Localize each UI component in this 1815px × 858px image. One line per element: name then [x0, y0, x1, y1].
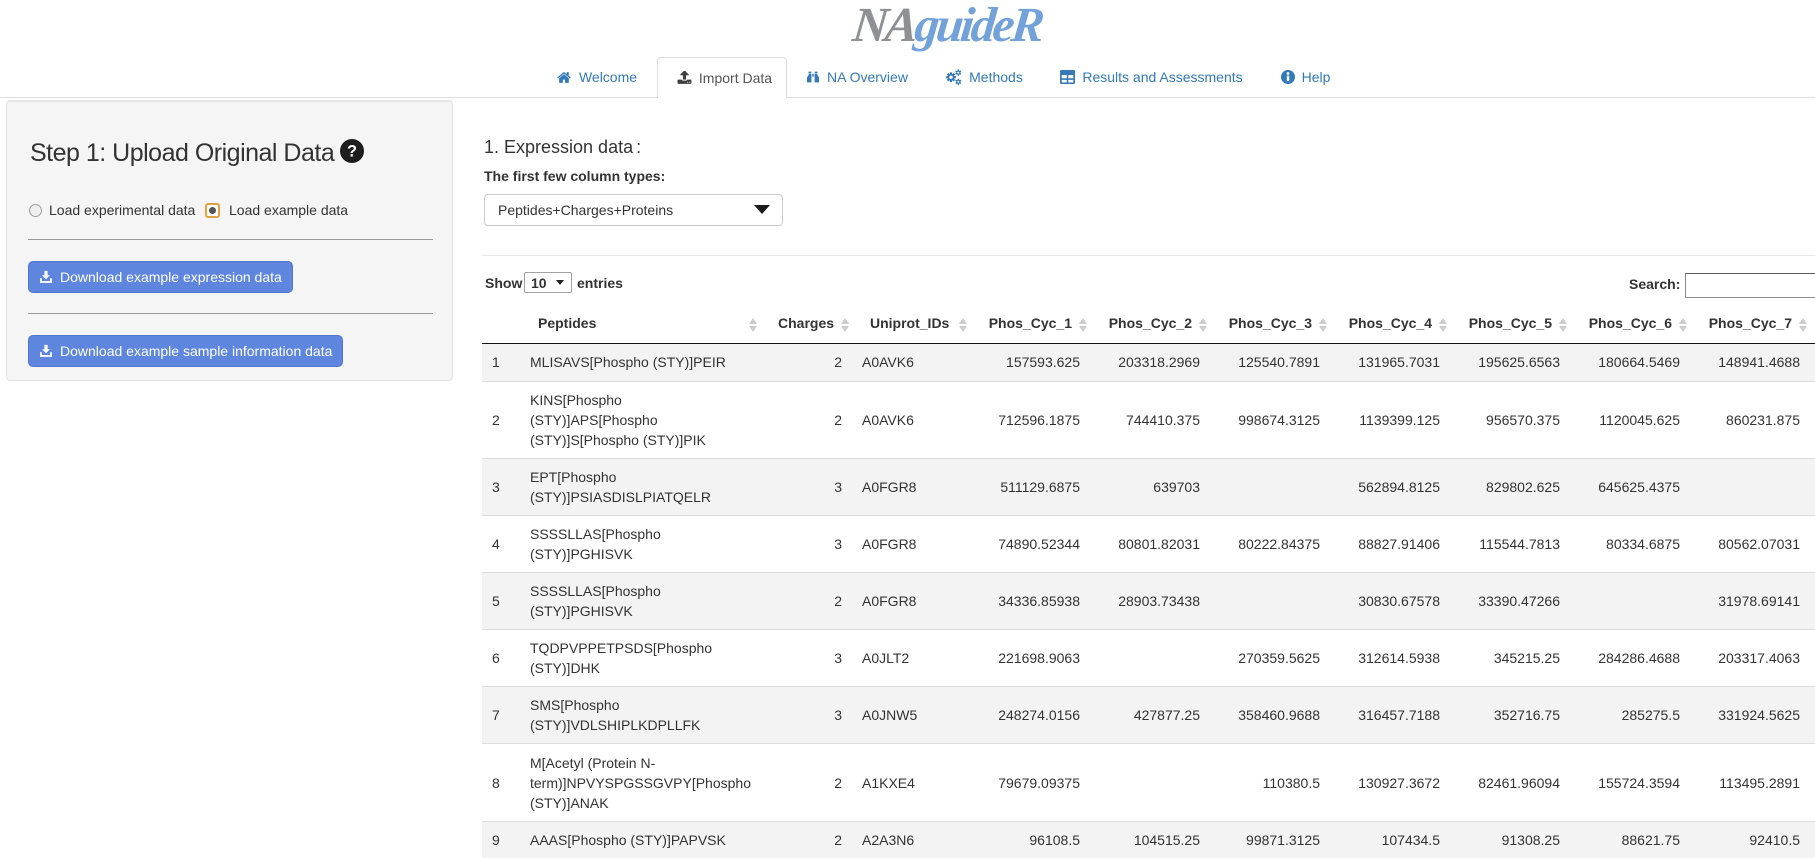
svg-text:?: ? — [347, 143, 357, 161]
